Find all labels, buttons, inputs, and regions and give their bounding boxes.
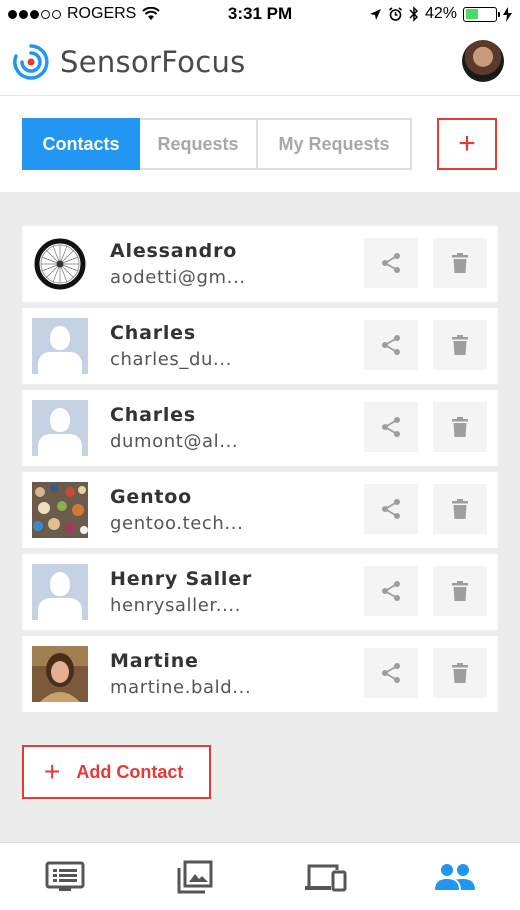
share-icon [382,335,400,355]
delete-button[interactable] [433,238,487,288]
bottom-nav [0,842,520,910]
default-avatar-icon [32,318,88,374]
share-button[interactable] [364,648,418,698]
delete-button[interactable] [433,566,487,616]
gallery-icon [177,860,213,893]
tab-my-requests[interactable]: My Requests [258,118,412,170]
bluetooth-icon [409,6,419,22]
contact-email: gentoo.tech... [110,513,244,534]
share-icon [382,663,400,683]
bicycle-wheel-icon [32,236,88,292]
trash-icon [452,581,468,601]
nav-gallery[interactable] [155,847,235,907]
contact-name: Charles [110,404,196,426]
contact-email: charles_du... [110,349,232,370]
delete-button[interactable] [433,320,487,370]
app-logo[interactable]: SensorFocus [12,43,246,81]
trash-icon [452,417,468,437]
contact-name: Gentoo [110,486,192,508]
status-left: ROGERS [8,5,161,23]
share-button[interactable] [364,566,418,616]
delete-button[interactable] [433,484,487,534]
contact-avatar [32,646,88,702]
app-title: SensorFocus [60,44,246,79]
plus-icon: + [44,756,61,787]
tab-contacts[interactable]: Contacts [22,118,140,170]
sensor-logo-icon [13,43,49,80]
location-arrow-icon [369,8,381,20]
trash-icon [452,335,468,355]
contact-item[interactable]: Martine martine.bald... [22,636,498,712]
share-button[interactable] [364,402,418,452]
person-photo-icon [32,646,88,702]
wifi-icon [142,7,161,20]
alarm-clock-icon [388,6,402,21]
carrier-label: ROGERS [67,5,137,22]
contact-item[interactable]: Alessandro aodetti@gm... [22,226,498,302]
trash-icon [452,499,468,519]
contact-avatar [32,482,88,538]
status-right: 42% [369,5,512,23]
trash-icon [452,253,468,273]
tab-requests[interactable]: Requests [140,118,258,170]
share-icon [382,417,400,437]
default-avatar-icon [32,400,88,456]
default-avatar-icon [32,564,88,620]
share-button[interactable] [364,238,418,288]
battery-icon [463,6,500,22]
contact-email: dumont@al... [110,431,239,452]
plus-icon: + [458,127,476,160]
add-contact-label: Add Contact [76,761,184,782]
crowd-photo-icon [32,482,88,538]
contact-email: henrysaller.... [110,595,242,616]
share-button[interactable] [364,484,418,534]
delete-button[interactable] [433,402,487,452]
nav-feed[interactable] [25,847,105,907]
share-icon [382,581,400,601]
feed-list-icon [45,861,85,891]
contact-list: Alessandro aodetti@gm... Charles charles… [22,226,498,718]
share-icon [382,253,400,273]
contact-name: Martine [110,650,199,672]
trash-icon [452,663,468,683]
app-header: SensorFocus [0,28,520,96]
contact-item[interactable]: Charles dumont@al... [22,390,498,466]
battery-percent: 42% [424,5,457,22]
contact-name: Charles [110,322,196,344]
contact-name: Alessandro [110,240,238,262]
people-icon [435,863,475,890]
contact-avatar [32,400,88,456]
devices-icon [305,864,347,891]
status-bar: ROGERS 3:31 PM 42% [0,0,520,28]
contact-name: Henry Saller [110,568,253,590]
tabs-row: Contacts Requests My Requests + [0,96,520,192]
contact-email: aodetti@gm... [110,267,246,288]
contact-email: martine.bald... [110,677,252,698]
contact-avatar [32,236,88,292]
delete-button[interactable] [433,648,487,698]
add-contact-button[interactable]: + Add Contact [22,745,211,799]
contact-avatar [32,564,88,620]
nav-contacts[interactable] [415,847,495,907]
signal-strength-icon [8,9,61,19]
charging-bolt-icon [503,6,512,22]
contacts-panel: Alessandro aodetti@gm... Charles charles… [0,192,520,842]
nav-devices[interactable] [285,847,365,907]
add-button[interactable]: + [437,118,497,170]
contact-item[interactable]: Gentoo gentoo.tech... [22,472,498,548]
share-button[interactable] [364,320,418,370]
tab-bar: Contacts Requests My Requests [22,118,412,170]
battery-level [465,9,478,19]
contact-item[interactable]: Charles charles_du... [22,308,498,384]
share-icon [382,499,400,519]
user-avatar[interactable] [462,40,504,82]
contact-avatar [32,318,88,374]
contact-item[interactable]: Henry Saller henrysaller.... [22,554,498,630]
